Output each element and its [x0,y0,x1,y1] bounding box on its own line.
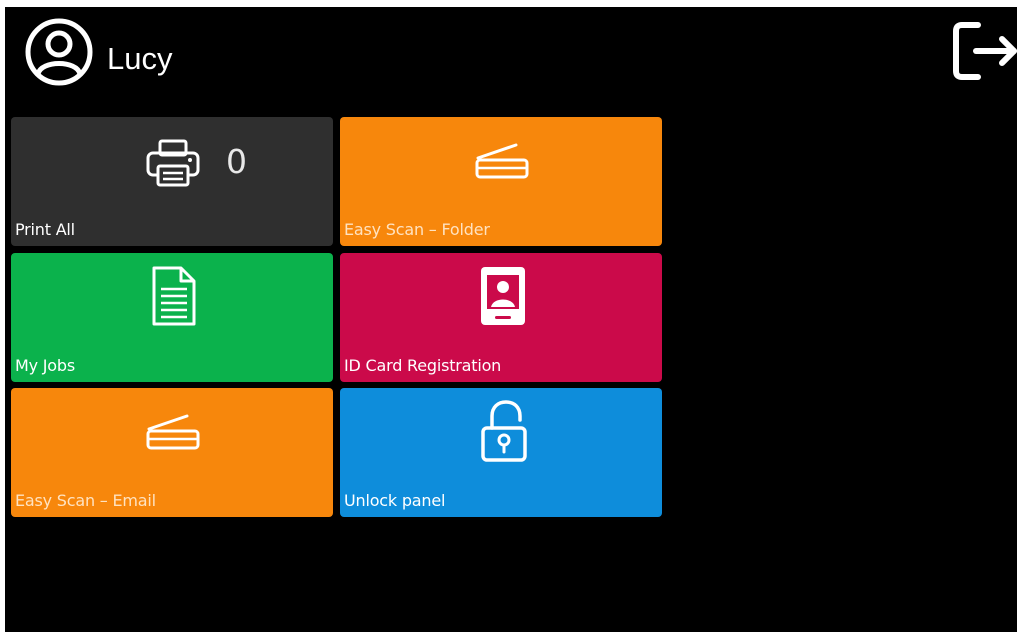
user-circle-icon [25,18,93,86]
my-jobs-label: My Jobs [15,356,75,375]
unlock-panel-label: Unlock panel [344,491,446,510]
easy-scan-folder-label: Easy Scan – Folder [344,220,490,239]
kiosk-screen: Lucy 0 Print All Easy Scan – Folder My J… [5,7,1017,632]
print-all-tile[interactable]: 0 Print All [11,117,333,246]
my-jobs-tile[interactable]: My Jobs [11,253,333,382]
scanner-icon [475,143,529,179]
document-icon [152,266,196,326]
easy-scan-email-label: Easy Scan – Email [15,491,156,510]
print-job-count: 0 [226,142,247,181]
easy-scan-folder-tile[interactable]: Easy Scan – Folder [340,117,662,246]
scanner-icon [146,414,200,450]
user-header: Lucy [25,18,172,86]
id-card-icon [481,267,525,325]
unlock-panel-tile[interactable]: Unlock panel [340,388,662,517]
logout-icon[interactable] [950,15,1017,85]
print-all-label: Print All [15,220,75,239]
printer-icon [146,139,200,187]
easy-scan-email-tile[interactable]: Easy Scan – Email [11,388,333,517]
id-card-registration-label: ID Card Registration [344,356,502,375]
id-card-registration-tile[interactable]: ID Card Registration [340,253,662,382]
unlock-icon [481,400,527,462]
user-name: Lucy [107,41,173,76]
